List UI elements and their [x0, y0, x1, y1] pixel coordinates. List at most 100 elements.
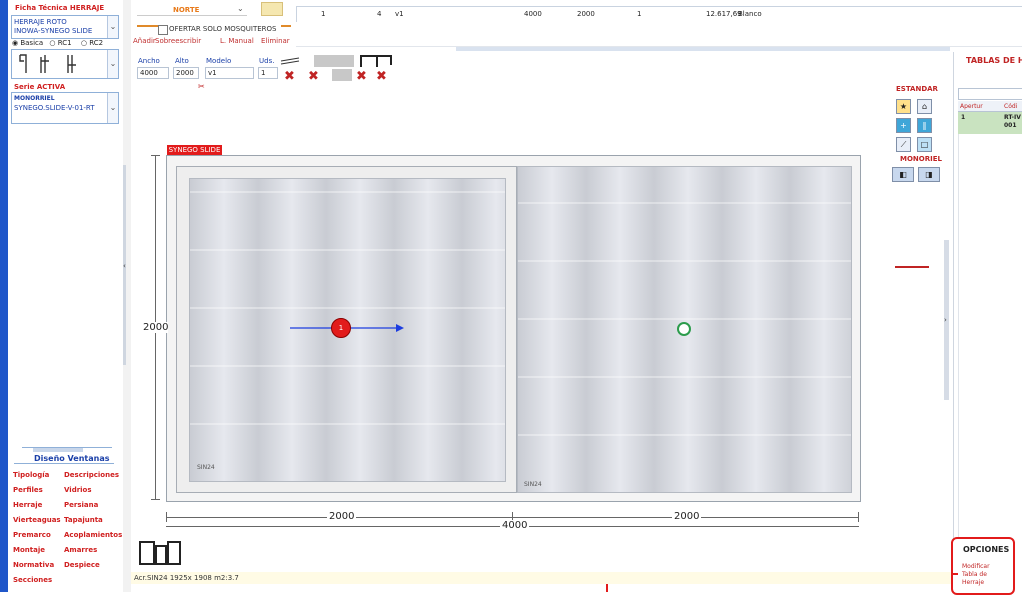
col-apertura[interactable]: Apertur: [960, 103, 983, 110]
width-total-label: 4000: [500, 520, 530, 531]
fixed-leaf-icon[interactable]: [677, 322, 691, 336]
grid-cell: 12.617,69: [706, 10, 742, 18]
table-cell: 001: [1004, 122, 1017, 129]
menu-vidrios[interactable]: Vidrios: [64, 483, 122, 498]
dimension-tick: [151, 155, 160, 156]
estandar-label: ESTANDAR: [896, 85, 938, 93]
left-edge-strip: [0, 0, 8, 592]
square-icon[interactable]: □: [917, 137, 932, 152]
grid-empty-area: [296, 22, 1022, 47]
red-indicator-line: [895, 266, 929, 268]
leaf-number-badge[interactable]: 1: [331, 318, 351, 338]
glass-label-right: SIN24: [524, 481, 542, 488]
monorriel-label: MONORRIEL: [14, 95, 55, 102]
menu-tapajunta[interactable]: Tapajunta: [64, 513, 122, 528]
modificar-tabla-link[interactable]: Modificar Tabla de Herraje: [962, 563, 990, 587]
diagonal-icon[interactable]: ⟋: [896, 137, 911, 152]
star-icon[interactable]: ★: [896, 99, 911, 114]
modelo-label: Modelo: [206, 57, 232, 65]
slide-left-icon[interactable]: ◧: [892, 167, 914, 182]
herraje-line1: HERRAJE ROTO: [14, 18, 67, 26]
serie-tag: SYNEGO SLIDE: [167, 145, 222, 155]
corner-tool-icon[interactable]: [378, 55, 392, 65]
hinge-profiles-icon: [19, 54, 76, 73]
opciones-box: OPCIONES Modificar Tabla de Herraje: [951, 537, 1015, 595]
collapse-handle[interactable]: [33, 448, 83, 452]
grid-cell: 2000: [577, 10, 595, 18]
delete-icon[interactable]: ✖: [356, 69, 367, 84]
height-label: 2000: [143, 322, 169, 333]
herraje-image-select[interactable]: ⌄: [11, 49, 119, 79]
col-codigo[interactable]: Códi: [1004, 103, 1017, 110]
menu-acoplamientos[interactable]: Acoplamientos: [64, 528, 122, 543]
split-icon[interactable]: ‖: [917, 118, 932, 133]
menu-vierteaguas[interactable]: Vierteaguas: [13, 513, 63, 528]
grid-cell: 1: [637, 10, 642, 18]
menu-herraje[interactable]: Herraje: [13, 498, 63, 513]
ancho-input[interactable]: 4000: [137, 67, 169, 79]
serie-select[interactable]: MONORRIEL SYNEGO.SLIDE-V-01-RT ⌄: [11, 92, 119, 124]
table-header: Apertur Códi: [958, 101, 1022, 112]
radio-basica[interactable]: ◉ Basica: [12, 39, 43, 47]
menu-persiana[interactable]: Persiana: [64, 498, 122, 513]
menu-tipologia[interactable]: Tipología: [13, 468, 63, 483]
menu-amarres[interactable]: Amarres: [64, 543, 122, 558]
menu-secciones[interactable]: Secciones: [13, 573, 63, 588]
table-row[interactable]: 1 RT-IV 001: [958, 112, 1022, 134]
slide-right-icon[interactable]: ◨: [918, 167, 940, 182]
menu-normativa[interactable]: Normativa: [13, 558, 63, 573]
delete-icon[interactable]: ✖: [376, 69, 387, 84]
width-right-label: 2000: [672, 511, 702, 522]
add-mullion-icon[interactable]: +: [896, 118, 911, 133]
menu-montaje[interactable]: Montaje: [13, 543, 63, 558]
alto-input[interactable]: 2000: [173, 67, 199, 79]
profile-section-icon[interactable]: [138, 538, 184, 568]
folder-icon[interactable]: [261, 2, 283, 16]
ext-tool-icon[interactable]: [334, 55, 354, 67]
sobreescribir-button[interactable]: Sobreescribir: [155, 37, 201, 45]
orientation-value: NORTE: [173, 6, 200, 14]
menu-despiece[interactable]: Despiece: [64, 558, 122, 573]
delete-icon[interactable]: ✖: [308, 69, 319, 84]
mosquitero-checkbox[interactable]: [158, 25, 168, 35]
orientation-select[interactable]: NORTE ⌄: [137, 4, 247, 16]
glass-label-left: SIN24: [197, 464, 215, 471]
left-panel: Ficha Técnica HERRAJE HERRAJE ROTO INOWA…: [8, 0, 123, 592]
window-tool-icon[interactable]: [360, 55, 378, 67]
eliminar-button[interactable]: Eliminar: [261, 37, 290, 45]
herraje-radio-group: ◉ Basica ○ RC1 ○ RC2: [12, 39, 103, 47]
collapse-right-arrow-icon[interactable]: ›: [944, 316, 947, 324]
uds-input[interactable]: 1: [258, 67, 278, 79]
horizontal-splitter[interactable]: [456, 47, 950, 51]
drawing-tools-column: ESTANDAR ★ ⌂ + ‖ ⟋ □ MONORIEL ◧ ◨: [890, 85, 945, 185]
l-manual-button[interactable]: L. Manual: [220, 37, 254, 45]
menu-perfiles[interactable]: Perfiles: [13, 483, 63, 498]
int-tool-icon[interactable]: [332, 69, 352, 81]
mosquitero-label: OFERTAR SOLO MOSQUITEROS: [169, 25, 277, 33]
table-cell: 1: [961, 114, 966, 121]
frame-tool-icon[interactable]: [314, 55, 334, 67]
chevron-down-icon[interactable]: ⌄: [237, 4, 244, 13]
filter-input[interactable]: [958, 88, 1022, 100]
chevron-down-icon[interactable]: ⌄: [107, 93, 118, 123]
table-body: [958, 134, 1022, 594]
menu-descripciones[interactable]: Descripciones: [64, 468, 122, 483]
profile-tool-icon[interactable]: [280, 55, 300, 67]
dimension-tick: [166, 512, 167, 522]
herraje-line2: INOWA-SYNEGO SLIDE: [14, 27, 93, 35]
collapse-left-arrow-icon[interactable]: ‹: [123, 262, 126, 270]
radio-rc2[interactable]: ○ RC2: [81, 39, 103, 47]
serie-value: SYNEGO.SLIDE-V-01-RT: [14, 104, 95, 112]
menu-premarco[interactable]: Premarco: [13, 528, 63, 543]
delete-icon[interactable]: ✖: [284, 69, 295, 84]
anadir-button[interactable]: Añadir: [133, 37, 156, 45]
home-icon[interactable]: ⌂: [917, 99, 932, 114]
chevron-down-icon[interactable]: ⌄: [107, 16, 118, 38]
radio-rc1[interactable]: ○ RC1: [49, 39, 71, 47]
modelo-input[interactable]: v1: [205, 67, 254, 79]
dimension-tick: [151, 499, 160, 500]
chevron-down-icon[interactable]: ⌄: [107, 50, 118, 78]
herraje-select[interactable]: HERRAJE ROTO INOWA-SYNEGO SLIDE ⌄: [11, 15, 119, 39]
ficha-tecnica-title: Ficha Técnica HERRAJE: [15, 4, 105, 12]
monoriel-label: MONORIEL: [900, 155, 942, 163]
